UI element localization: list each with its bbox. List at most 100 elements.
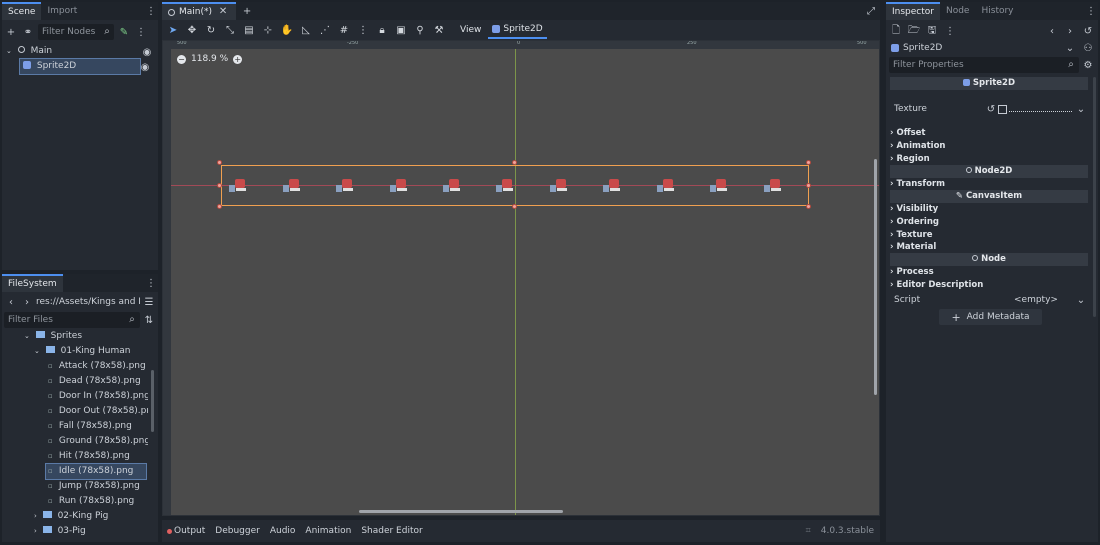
property-settings-icon[interactable]: ⚙ [1081, 58, 1095, 72]
select-tool-icon[interactable]: ➤ [164, 21, 182, 39]
filter-properties-input[interactable]: Filter Properties ⌕ [889, 57, 1079, 73]
resize-handle[interactable] [512, 204, 517, 209]
dock-menu-icon[interactable]: ⋮ [144, 276, 158, 290]
vertical-scrollbar[interactable] [874, 159, 877, 395]
resize-handle[interactable] [217, 160, 222, 165]
zoom-out-icon[interactable]: − [177, 54, 186, 64]
object-selector[interactable]: Sprite2D ⌄ ⚇ [889, 40, 1095, 56]
list-item[interactable]: ▫ Jump (78x58).png [2, 479, 148, 494]
resize-handle[interactable] [806, 204, 811, 209]
tab-history[interactable]: History [975, 2, 1019, 20]
list-item[interactable]: ▫ Door In (78x58).png [2, 389, 148, 404]
resize-handle[interactable] [217, 183, 222, 188]
tab-debugger[interactable]: Debugger [215, 526, 260, 536]
resize-handle[interactable] [512, 160, 517, 165]
forward-icon[interactable]: › [20, 295, 34, 309]
viewport[interactable]: 500 -250 0 250 500 − 118.9 % + [162, 40, 880, 516]
tab-main-scene[interactable]: Main(*) ✕ [162, 2, 237, 20]
add-node-icon[interactable]: + [4, 25, 18, 39]
object-history-icon[interactable]: ↺ [1081, 24, 1095, 38]
texture-picker[interactable]: ⌄ [998, 102, 1088, 116]
tree-item-sprite2d[interactable]: Sprite2D [19, 58, 141, 75]
visibility-eye-icon[interactable]: ◉ [138, 60, 152, 74]
group-offset[interactable]: › Offset [890, 127, 1088, 140]
scale-tool-icon[interactable]: ⤡ [221, 21, 239, 39]
list-item[interactable]: ⌄ Sprites [2, 329, 148, 344]
resize-handle[interactable] [806, 183, 811, 188]
group-icon[interactable]: ▣ [392, 21, 410, 39]
list-item[interactable]: › 02-King Pig [2, 509, 148, 524]
scene-menu-icon[interactable]: ⋮ [134, 25, 148, 39]
ruler-tool-icon[interactable]: ◺ [297, 21, 315, 39]
inspector-scrollbar[interactable] [1093, 77, 1096, 317]
close-icon[interactable]: ✕ [216, 5, 230, 19]
new-resource-icon[interactable]: 🗋︎ [889, 24, 903, 38]
list-item[interactable]: ▫ Dead (78x58).png [2, 374, 148, 389]
path-field[interactable]: res://Assets/Kings and Pigs [36, 297, 140, 307]
horizontal-scrollbar[interactable] [359, 510, 563, 513]
extra-options-icon[interactable]: ⋮ [943, 24, 957, 38]
grid-snap-icon[interactable]: # [335, 21, 353, 39]
tab-animation[interactable]: Animation [305, 526, 351, 536]
history-back-icon[interactable]: ‹ [1045, 24, 1059, 38]
save-resource-icon[interactable]: 🖫︎ [925, 24, 939, 38]
dock-menu-icon[interactable]: ⋮ [1084, 4, 1098, 18]
add-tab-icon[interactable]: + [240, 4, 254, 18]
lock-icon[interactable]: 🔒︎ [373, 21, 391, 39]
tab-filesystem[interactable]: FileSystem [2, 274, 63, 292]
tab-inspector[interactable]: Inspector [886, 2, 940, 20]
tab-shader-editor[interactable]: Shader Editor [361, 526, 422, 536]
list-item[interactable]: ▫ Ground (78x58).png [2, 434, 148, 449]
tree-item-main[interactable]: ⌄ Main ◉ [2, 44, 158, 59]
resize-handle[interactable] [806, 160, 811, 165]
sort-icon[interactable]: ⇅ [142, 313, 156, 327]
group-editor-description[interactable]: › Editor Description [890, 279, 1088, 292]
tab-node[interactable]: Node [940, 2, 976, 20]
open-resource-icon[interactable]: 🗁︎ [907, 24, 921, 38]
layout-toggle-icon[interactable]: ☰ [142, 295, 156, 309]
smart-snap-icon[interactable]: ⋰ [316, 21, 334, 39]
visibility-eye-icon[interactable]: ◉ [140, 45, 154, 59]
list-item[interactable]: › 03-Pig [2, 524, 148, 539]
link-icon[interactable]: ⚭ [21, 25, 35, 39]
filter-files-input[interactable]: Filter Files ⌕ [4, 312, 140, 328]
pan-tool-icon[interactable]: ✋ [278, 21, 296, 39]
pivot-tool-icon[interactable]: ⊹ [259, 21, 277, 39]
view-menu[interactable]: View [454, 25, 487, 35]
list-item[interactable]: ▫ Door Out (78x58).png [2, 404, 148, 419]
reset-icon[interactable]: ↺ [984, 102, 998, 116]
bone-icon[interactable]: ⚒ [430, 21, 448, 39]
dock-menu-icon[interactable]: ⋮ [144, 4, 158, 18]
list-item[interactable]: ▫ Attack (78x58).png [2, 359, 148, 374]
list-item[interactable]: ▫ Idle (78x58).png [45, 463, 147, 480]
list-select-icon[interactable]: ▤ [240, 21, 258, 39]
move-tool-icon[interactable]: ✥ [183, 21, 201, 39]
group-animation[interactable]: › Animation [890, 140, 1088, 153]
group-process[interactable]: › Process [890, 266, 1088, 279]
node-tree-icon[interactable]: ⚇ [1081, 41, 1095, 55]
snap-options-icon[interactable]: ⋮ [354, 21, 372, 39]
group-visibility[interactable]: › Visibility [890, 203, 1088, 216]
list-item[interactable]: ▫ Fall (78x58).png [2, 419, 148, 434]
rotate-tool-icon[interactable]: ↻ [202, 21, 220, 39]
add-metadata-button[interactable]: + Add Metadata [939, 309, 1042, 325]
list-item[interactable]: ▫ Run (78x58).png [2, 494, 148, 509]
list-item[interactable]: ▫ Hit (78x58).png [2, 449, 148, 464]
zoom-level[interactable]: 118.9 % [191, 54, 228, 64]
group-ordering[interactable]: › Ordering [890, 216, 1088, 229]
tab-scene[interactable]: Scene [2, 2, 42, 20]
list-item[interactable]: ⌄ 01-King Human [2, 344, 148, 359]
back-icon[interactable]: ‹ [4, 295, 18, 309]
zoom-in-icon[interactable]: + [233, 54, 243, 64]
skeleton-icon[interactable]: ⚲ [411, 21, 429, 39]
attach-script-icon[interactable]: ✎ [117, 25, 131, 39]
script-picker[interactable]: <empty> ⌄ [990, 293, 1088, 307]
scrollbar[interactable] [151, 370, 154, 432]
sprite2d-menu[interactable]: Sprite2D [488, 21, 547, 39]
filter-nodes-input[interactable]: Filter Nodes ⌕ [38, 24, 114, 40]
distraction-free-icon[interactable]: ⤢ [864, 4, 878, 18]
resize-handle[interactable] [217, 204, 222, 209]
tab-import[interactable]: Import [41, 2, 83, 20]
tab-output[interactable]: Output [167, 526, 205, 536]
history-forward-icon[interactable]: › [1063, 24, 1077, 38]
